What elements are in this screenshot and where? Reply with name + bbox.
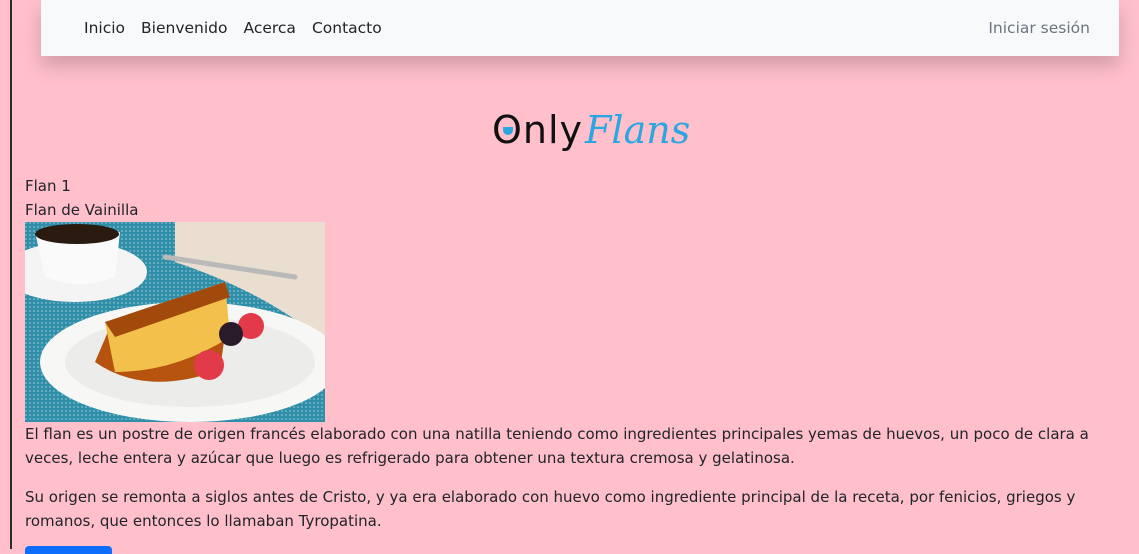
onlyflans-logo: Only Flans — [492, 93, 690, 149]
flan-number: Flan 1 — [25, 177, 71, 195]
flan-image — [25, 222, 325, 422]
nav-link-inicio[interactable]: Inicio — [84, 19, 125, 37]
flan-name: Flan de Vainilla — [25, 201, 139, 219]
login-link[interactable]: Iniciar sesión — [988, 19, 1090, 37]
nav-link-acerca[interactable]: Acerca — [243, 19, 295, 37]
window-left-border — [0, 0, 12, 549]
nav-link-contacto[interactable]: Contacto — [312, 19, 382, 37]
logo-only-text: Only — [492, 111, 583, 149]
nav-link-bienvenido[interactable]: Bienvenido — [141, 19, 227, 37]
navbar: Inicio Bienvenido Acerca Contacto Inicia… — [41, 0, 1119, 56]
flan-illustration — [25, 222, 325, 422]
flan-description: El flan es un postre de origen francés e… — [25, 425, 1089, 467]
logo-o: Only — [492, 111, 583, 149]
main-content: Flan 1 Flan de Vainilla El flan es un po… — [25, 174, 1115, 548]
flan-action-button[interactable] — [25, 546, 112, 554]
flan-history: Su origen se remonta a siglos antes de C… — [25, 488, 1076, 530]
nav-links: Inicio Bienvenido Acerca Contacto — [84, 19, 398, 37]
logo-flans-text: Flans — [585, 108, 691, 152]
